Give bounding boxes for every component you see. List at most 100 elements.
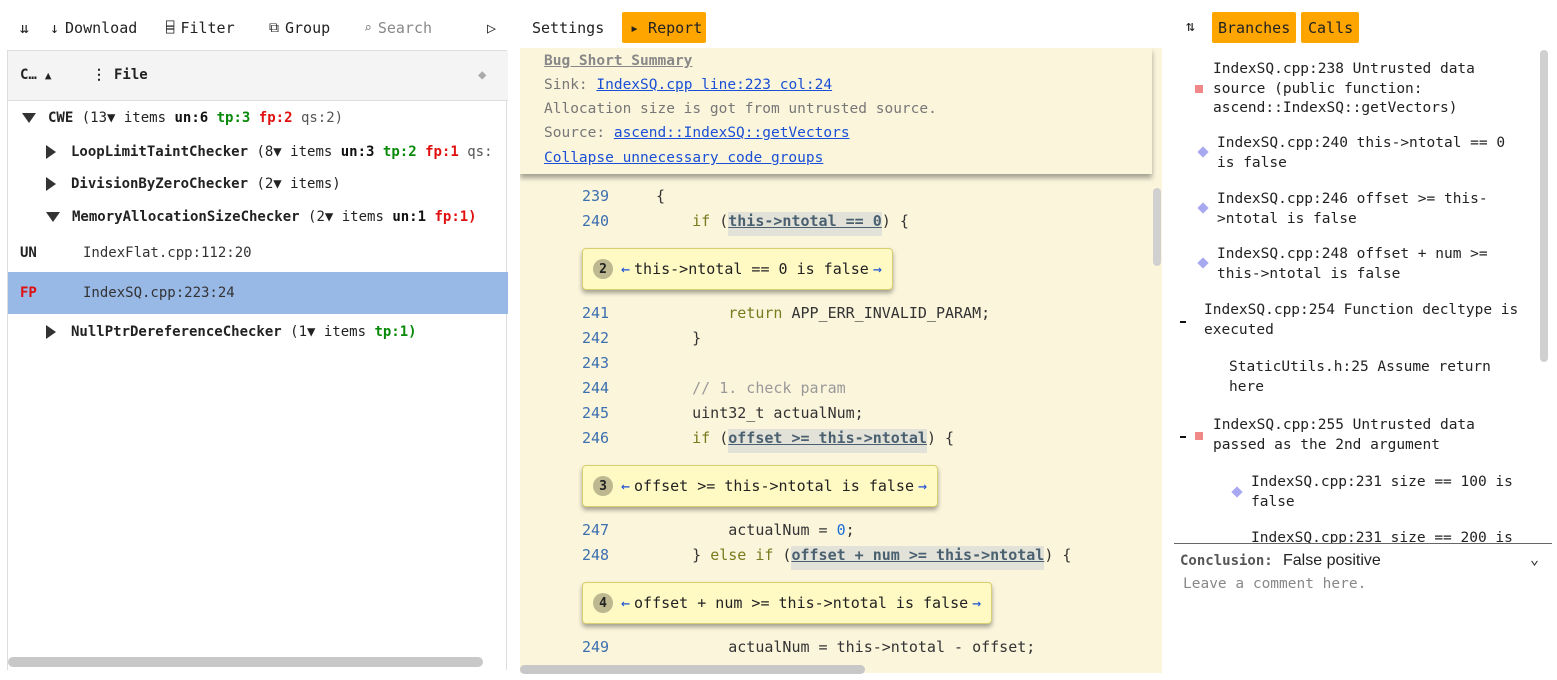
code-text: ( — [710, 429, 729, 447]
expand-right-icon[interactable] — [46, 325, 56, 339]
bug-summary: Bug Short Summary Sink: IndexSQ.cpp line… — [520, 48, 1152, 174]
trace-item[interactable]: IndexSQ.cpp:255 Untrusted data passed as… — [1213, 416, 1513, 455]
code-line: 239 { — [582, 187, 665, 211]
code-line: 243 — [582, 354, 656, 378]
step-bubble: 4 ← offset + num >= this->ntotal is fals… — [582, 582, 993, 624]
line-text: actualNum = this->ntotal - offset; — [728, 638, 1036, 656]
sort-asc-icon: ▲ — [44, 68, 52, 82]
search-box[interactable]: ⌕ Search — [364, 18, 432, 38]
trace-item[interactable]: IndexSQ.cpp:246 offset >= this->ntotal i… — [1217, 190, 1517, 229]
highlighted-condition[interactable]: offset >= this->ntotal — [728, 429, 927, 453]
grid-horizontal-scrollbar[interactable] — [8, 657, 483, 667]
trace-item[interactable]: IndexSQ.cpp:231 size == 100 is false — [1251, 473, 1536, 512]
code-text: ) { — [926, 429, 955, 447]
settings-tab[interactable]: Settings — [522, 12, 614, 43]
code-text: APP_ERR_INVALID_PARAM; — [782, 304, 991, 322]
comment-input[interactable]: Leave a comment here. — [1183, 576, 1543, 666]
line-number: 245 — [582, 404, 610, 422]
trace-item[interactable]: IndexSQ.cpp:231 size == 200 is — [1251, 529, 1536, 543]
un-count: un:3 — [340, 144, 375, 160]
expand-down-icon[interactable] — [22, 113, 36, 123]
code-vertical-scrollbar[interactable] — [1153, 188, 1161, 266]
code-line: 246 if (offset >= this->ntotal) { — [582, 429, 954, 453]
status-badge: FP — [20, 285, 37, 301]
code-text: ( — [773, 546, 792, 564]
prev-step-icon[interactable]: ← — [621, 477, 630, 495]
trace-item[interactable]: StaticUtils.h:25 Assume return here — [1229, 358, 1509, 397]
step-number: 3 — [593, 476, 613, 496]
report-tab[interactable]: ▸ Report — [622, 12, 706, 43]
search-icon: ⌕ — [364, 20, 372, 36]
next-step-icon[interactable]: → — [873, 260, 882, 278]
collapse-icon[interactable] — [1180, 436, 1186, 438]
step-text: offset + num >= this->ntotal is false — [634, 594, 969, 612]
expand-down-icon[interactable] — [46, 212, 60, 222]
step-text: offset >= this->ntotal is false — [634, 477, 914, 495]
number-literal: 0 — [836, 521, 846, 539]
result-row[interactable]: UN IndexFlat.cpp:112:20 — [8, 234, 508, 272]
tp-count: tp:2 — [382, 144, 417, 160]
trace-item[interactable]: IndexSQ.cpp:254 Function decltype is exe… — [1204, 301, 1539, 340]
sort-trace-button[interactable]: ⇅ — [1186, 17, 1195, 35]
grid-header: C… ▲ ⋮ File ◆ — [8, 51, 508, 101]
download-button[interactable]: ↓ Download — [50, 18, 137, 38]
sink-link[interactable]: IndexSQ.cpp line:223 col:24 — [596, 77, 832, 93]
prev-step-icon[interactable]: ← — [621, 594, 630, 612]
keyword: else if — [710, 546, 774, 564]
trace-panel: ⇅ Branches Calls IndexSQ.cpp:238 Untrust… — [1170, 0, 1557, 680]
highlighted-condition[interactable]: offset + num >= this->ntotal — [791, 546, 1045, 570]
group-count: (2▼ items — [308, 209, 384, 225]
code-horizontal-scrollbar[interactable] — [520, 665, 865, 674]
result-file: IndexFlat.cpp:112:20 — [83, 245, 252, 261]
next-step-icon[interactable]: → — [972, 594, 981, 612]
collapse-icon[interactable] — [1180, 321, 1186, 323]
branch-marker-icon — [1197, 257, 1209, 269]
trace-list: IndexSQ.cpp:238 Untrusted data source (p… — [1170, 48, 1540, 543]
un-count: un:1 — [392, 209, 427, 225]
group-icon: ⧉ — [269, 20, 279, 36]
trace-item[interactable]: IndexSQ.cpp:248 offset + num >= this->nt… — [1217, 245, 1517, 284]
source-link[interactable]: ascend::IndexSQ::getVectors — [614, 125, 850, 141]
step-bubble: 2 ← this->ntotal == 0 is false → — [582, 248, 893, 290]
group-row-memalloc[interactable]: MemoryAllocationSizeChecker (2▼ items un… — [8, 198, 508, 236]
code-line: 244 // 1. check param — [582, 379, 846, 403]
qs-count: qs: — [467, 144, 493, 160]
trace-item[interactable]: IndexSQ.cpp:238 Untrusted data source (p… — [1213, 60, 1513, 119]
expand-right-icon[interactable] — [46, 145, 56, 159]
result-row-selected[interactable]: FP IndexSQ.cpp:223:24 — [8, 272, 508, 314]
line-number: 239 — [582, 187, 610, 205]
group-button[interactable]: ⧉ Group — [269, 18, 330, 38]
group-name: MemoryAllocationSizeChecker — [72, 209, 300, 225]
filter-button[interactable]: ⌸ Filter — [166, 18, 235, 38]
filter-icon: ⌸ — [166, 20, 175, 36]
column-file-label: File — [114, 67, 148, 83]
sort-button[interactable]: ⇊ — [20, 18, 29, 38]
trace-vertical-scrollbar[interactable] — [1540, 50, 1548, 362]
keyword: if — [692, 212, 711, 230]
code-text: ; — [845, 521, 855, 539]
chevron-down-icon[interactable]: ⌄ — [1530, 550, 1539, 568]
group-row-nullptr[interactable]: NullPtrDereferenceChecker (1▼ items tp:1… — [8, 313, 508, 351]
group-row-cwe[interactable]: CWE (13▼ items un:6 tp:3 fp:2 qs:2) — [8, 99, 508, 137]
collapse-link[interactable]: Collapse unnecessary code groups — [544, 150, 823, 166]
branch-marker-icon — [1197, 202, 1209, 214]
tp-count: tp:3 — [216, 110, 251, 126]
next-step-icon[interactable]: → — [918, 477, 927, 495]
summary-message: Allocation size is got from untrusted so… — [544, 101, 937, 117]
search-input[interactable]: Search — [378, 19, 432, 37]
conclusion-select[interactable]: False positive — [1283, 552, 1381, 570]
filter-label: Filter — [180, 19, 235, 37]
conclusion-panel: Conclusion: False positive ⌄ Leave a com… — [1174, 543, 1552, 673]
column-options-icon[interactable]: ◆ — [478, 67, 486, 83]
prev-step-icon[interactable]: ← — [621, 260, 630, 278]
calls-tab[interactable]: Calls — [1301, 12, 1359, 43]
trace-item[interactable]: IndexSQ.cpp:240 this->ntotal == 0 is fal… — [1217, 134, 1527, 173]
highlighted-condition[interactable]: this->ntotal == 0 — [728, 212, 882, 236]
code-text: ( — [710, 212, 729, 230]
column-checker-header[interactable]: C… ▲ — [20, 67, 51, 83]
column-file-header[interactable]: ⋮ File — [92, 67, 148, 83]
run-button[interactable]: ▷ — [487, 18, 496, 38]
branches-tab[interactable]: Branches — [1212, 12, 1296, 43]
code-line: 240 if (this->ntotal == 0) { — [582, 212, 909, 236]
expand-right-icon[interactable] — [46, 177, 56, 191]
